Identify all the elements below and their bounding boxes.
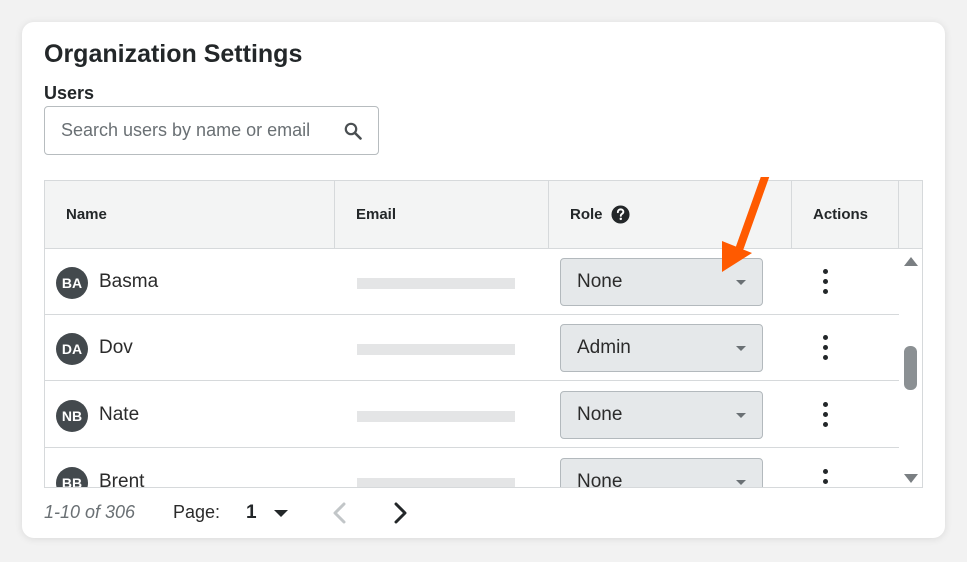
organization-settings-card: Organization Settings Users Name Email R… — [22, 22, 945, 538]
search-box[interactable] — [44, 106, 379, 155]
caret-down-icon — [736, 346, 746, 351]
caret-down-icon — [736, 413, 746, 418]
role-select[interactable]: Admin — [560, 324, 763, 372]
column-header-name: Name — [45, 181, 335, 248]
column-header-label: Email — [356, 206, 397, 223]
email-redacted — [357, 278, 515, 289]
prev-page-icon[interactable] — [328, 500, 352, 526]
caret-down-icon — [274, 510, 288, 517]
column-header-label: Name — [66, 206, 107, 223]
scroll-down-icon[interactable] — [904, 474, 918, 483]
search-icon[interactable] — [344, 122, 362, 140]
avatar: BB — [56, 467, 88, 487]
next-page-icon[interactable] — [388, 500, 412, 526]
role-value: Admin — [577, 337, 631, 358]
current-page: 1 — [246, 502, 257, 523]
page-select[interactable]: 1 — [244, 498, 294, 528]
column-header-email: Email — [335, 181, 549, 248]
users-section-label: Users — [44, 83, 95, 103]
page-title: Organization Settings — [44, 40, 303, 68]
email-redacted — [357, 478, 515, 487]
table-row: DA Dov Admin — [45, 315, 899, 381]
table-row: NB Nate None — [45, 382, 899, 448]
search-input[interactable] — [45, 107, 335, 154]
column-header-label: Actions — [813, 206, 869, 223]
avatar: NB — [56, 400, 88, 432]
vertical-scrollbar[interactable] — [899, 249, 922, 487]
column-header-label: Role — [570, 206, 603, 223]
pagination-range: 1-10 of 306 — [44, 502, 136, 522]
scroll-thumb[interactable] — [904, 346, 917, 390]
email-redacted — [357, 411, 515, 422]
email-redacted — [357, 344, 515, 355]
more-actions-icon[interactable] — [820, 267, 832, 297]
help-icon[interactable] — [610, 205, 630, 224]
more-actions-icon[interactable] — [820, 400, 832, 430]
avatar: DA — [56, 333, 88, 365]
more-actions-icon[interactable] — [820, 333, 832, 363]
role-value: None — [577, 471, 623, 488]
table-row: BB Brent None — [45, 449, 899, 488]
scroll-up-icon[interactable] — [904, 257, 918, 266]
user-name: Brent — [99, 471, 145, 488]
arrow-annotation — [722, 177, 770, 272]
role-select[interactable]: None — [560, 458, 763, 488]
user-name: Nate — [99, 404, 140, 425]
user-name: Dov — [99, 337, 133, 358]
header-gutter — [899, 181, 922, 248]
avatar: BA — [56, 267, 88, 299]
column-header-actions: Actions — [792, 181, 899, 248]
role-value: None — [577, 271, 623, 292]
caret-down-icon — [736, 480, 746, 485]
role-value: None — [577, 404, 623, 425]
role-select[interactable]: None — [560, 391, 763, 439]
page-label: Page: — [173, 502, 221, 522]
more-actions-icon[interactable] — [820, 467, 832, 487]
user-name: Basma — [99, 271, 159, 292]
